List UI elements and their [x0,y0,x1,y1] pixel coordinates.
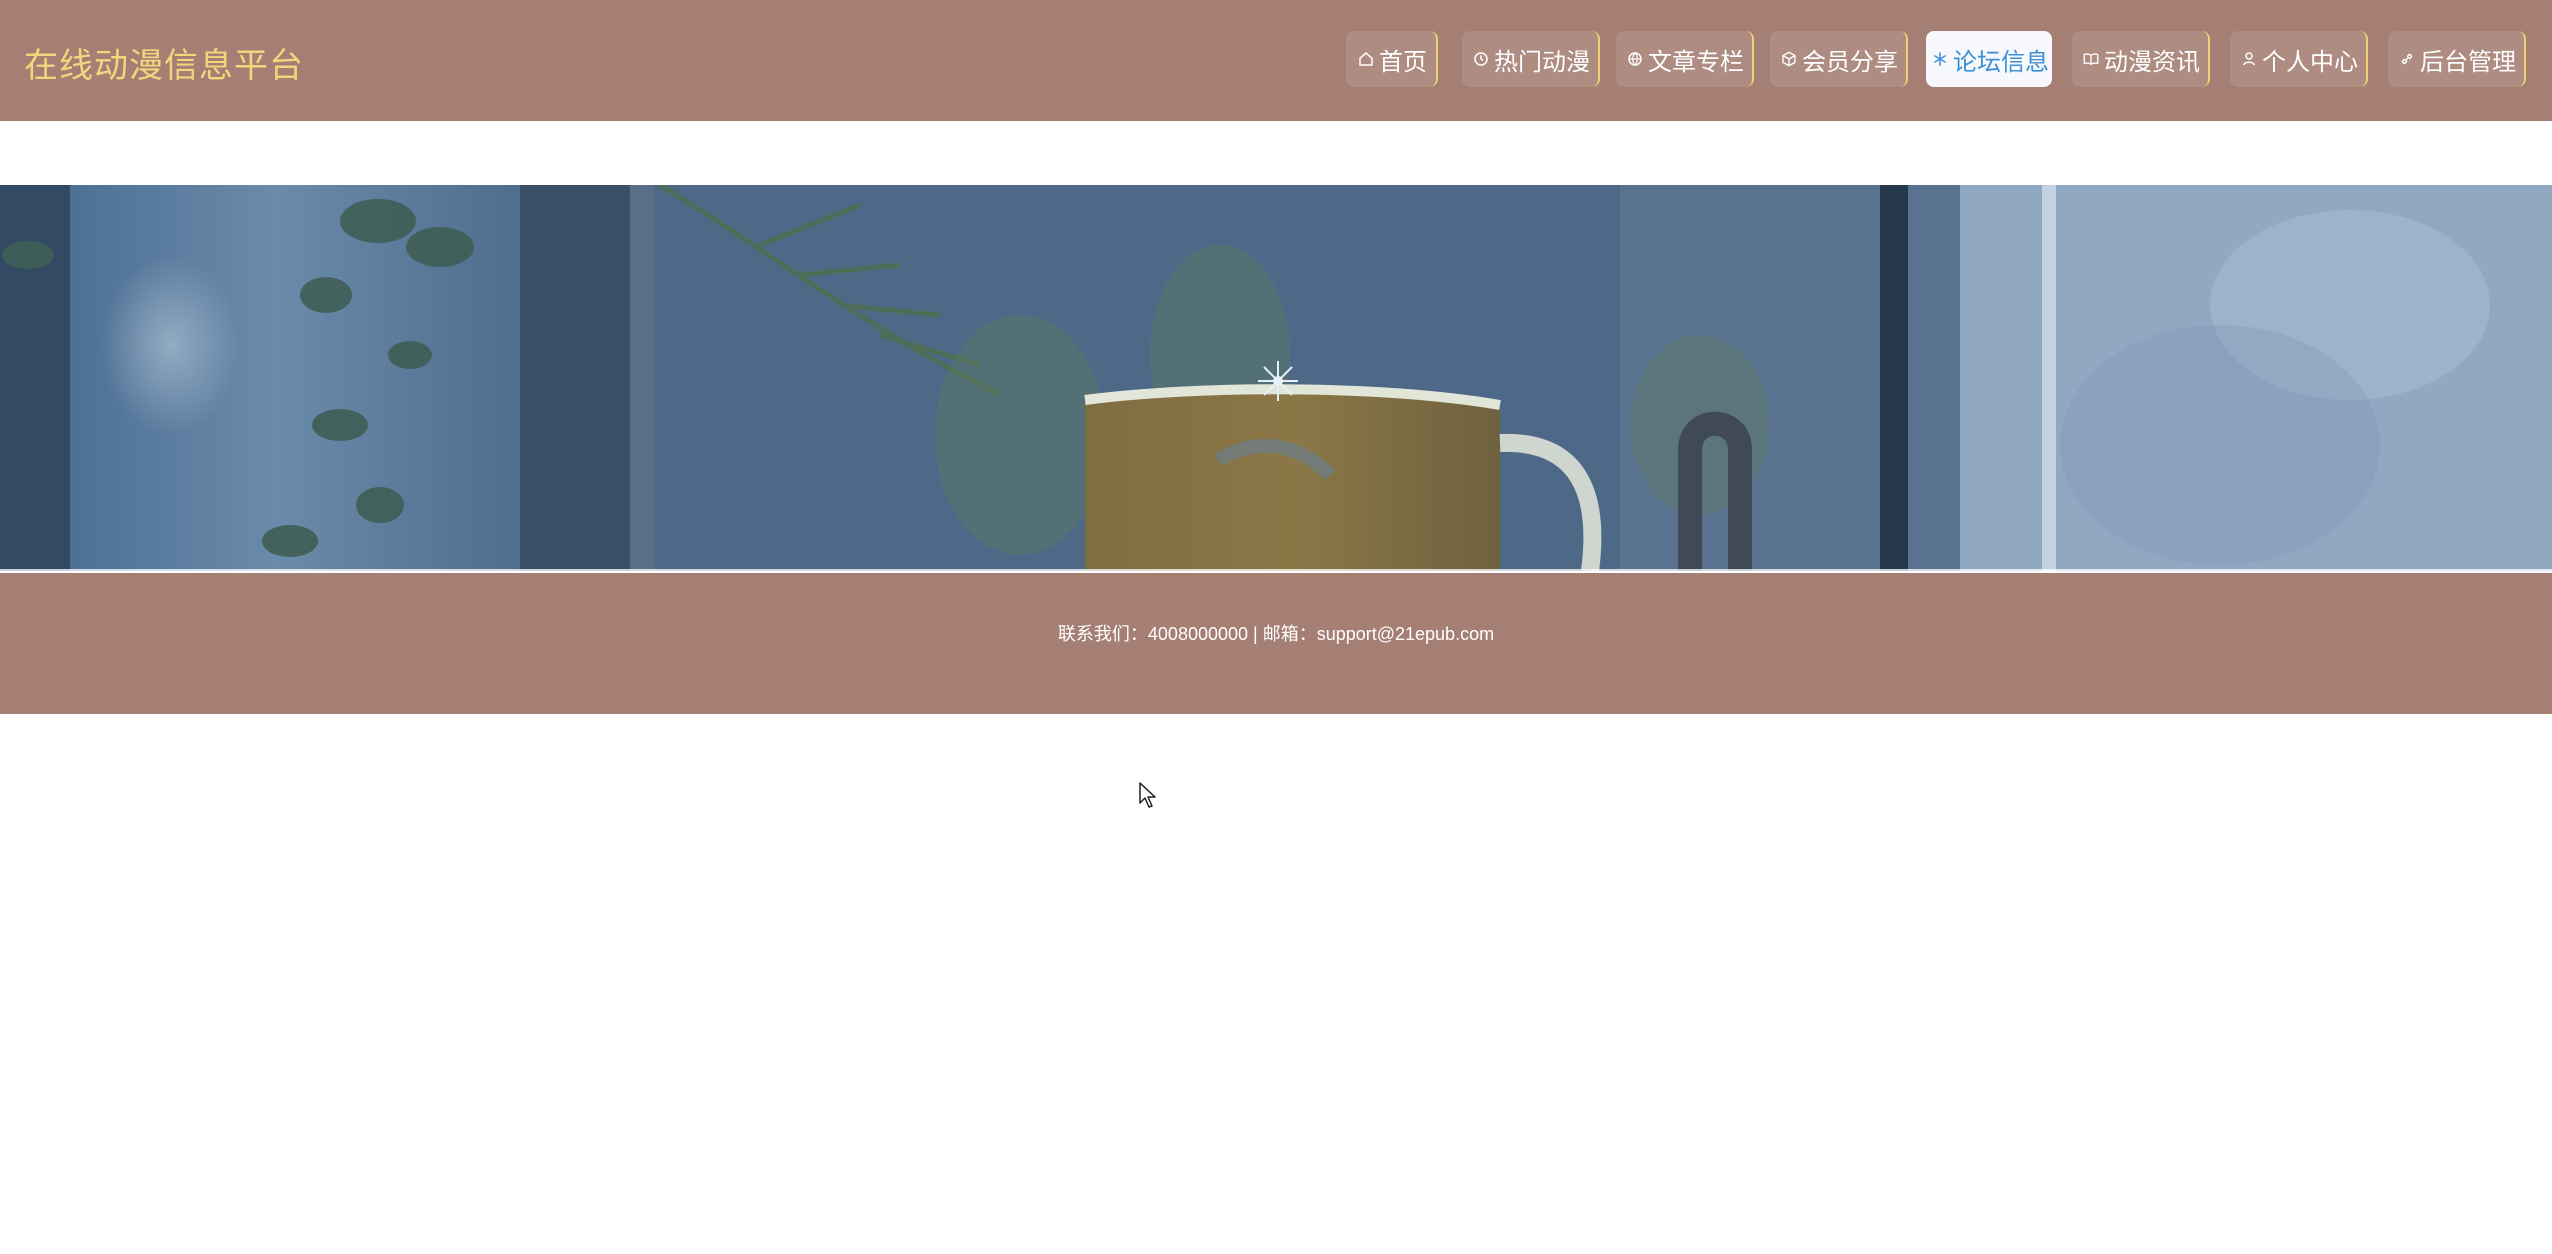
nav-item-label: 首页 [1379,47,1427,76]
book-icon [2080,48,2102,70]
nav-item-home[interactable]: 首页 [1346,31,1438,87]
link-icon [2396,48,2418,70]
snowflake-icon [1929,48,1951,70]
hero-banner [0,185,2552,571]
footer-contact: 联系我们：4008000000 | 邮箱：support@21epub.com [1057,624,1495,644]
nav-item-label: 后台管理 [2420,47,2516,76]
clock-icon [1470,48,1492,70]
nav-item-label: 热门动漫 [1494,47,1590,76]
nav-item-admin[interactable]: 后台管理 [2388,31,2526,87]
nav-item-label: 会员分享 [1802,47,1898,76]
site-header: 在线动漫信息平台 首页 热门动漫 文章专栏 会员分享 论坛信息 动漫资讯 个人中… [0,0,2552,121]
nav-item-label: 个人中心 [2262,47,2358,76]
nav-item-hot-anime[interactable]: 热门动漫 [1462,31,1600,87]
home-icon [1355,48,1377,70]
nav-item-member-share[interactable]: 会员分享 [1770,31,1908,87]
site-title[interactable]: 在线动漫信息平台 [24,38,304,87]
cursor-icon [1139,782,1156,808]
nav-item-anime-news[interactable]: 动漫资讯 [2072,31,2210,87]
user-icon [2238,48,2260,70]
nav-item-label: 文章专栏 [1648,47,1744,76]
banner-divider [0,569,2552,571]
globe-icon [1624,48,1646,70]
nav-item-articles[interactable]: 文章专栏 [1616,31,1754,87]
nav-item-label: 论坛信息 [1953,47,2049,76]
box-icon [1778,48,1800,70]
nav-item-user-center[interactable]: 个人中心 [2230,31,2368,87]
nav-item-label: 动漫资讯 [2104,47,2200,76]
banner-image [0,185,2552,571]
nav-item-forum[interactable]: 论坛信息 [1926,31,2052,87]
